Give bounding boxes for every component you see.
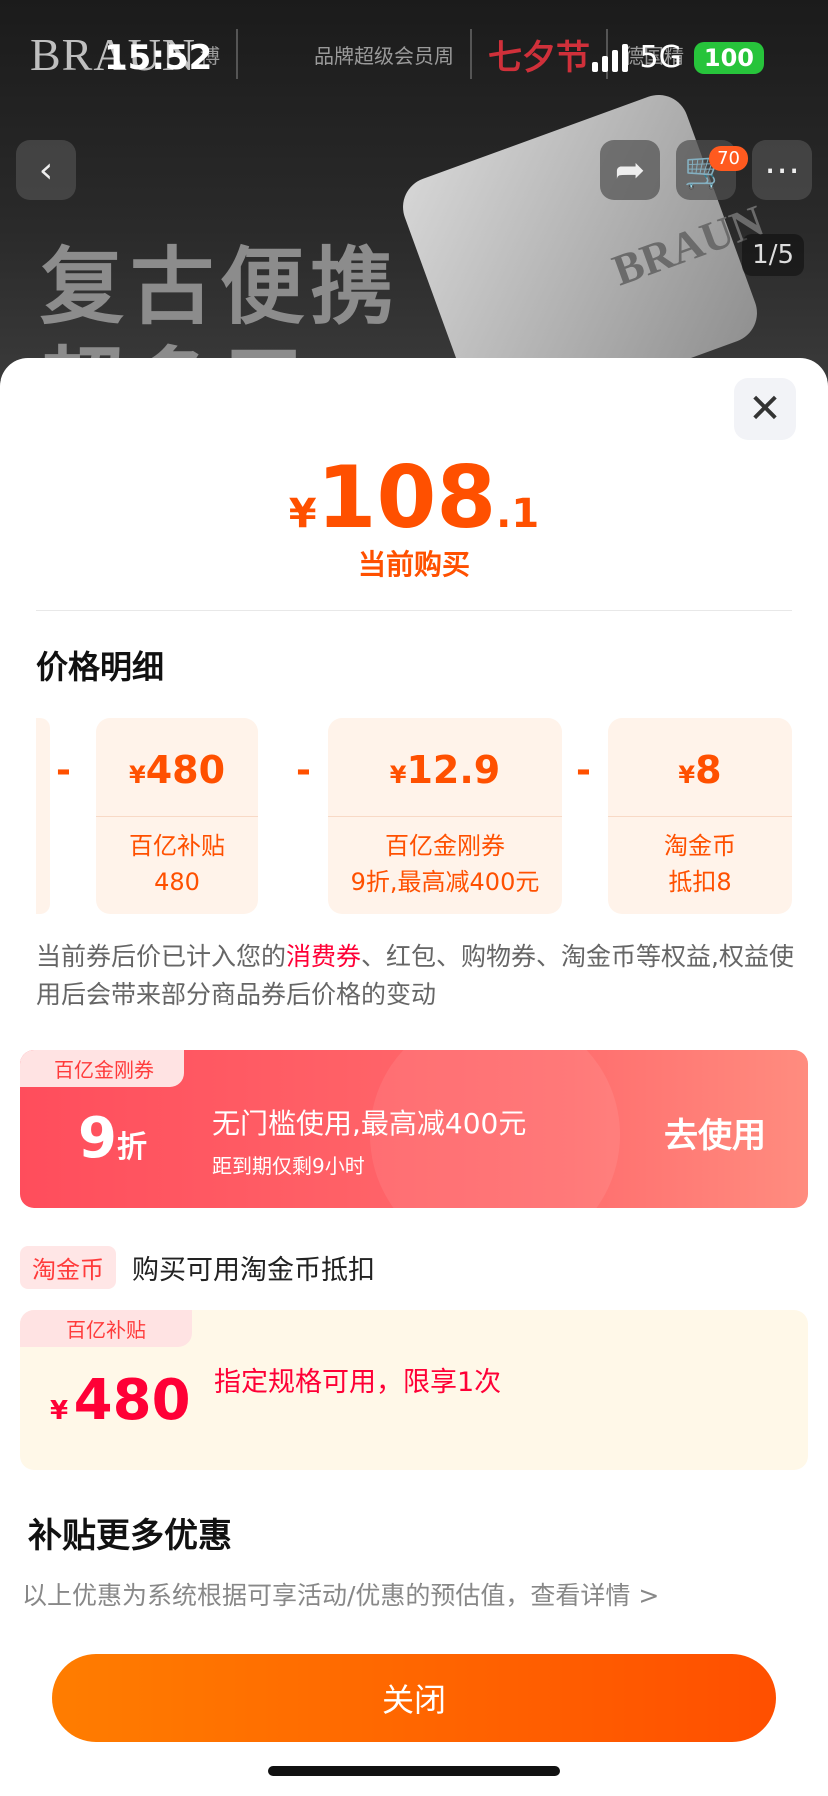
currency-symbol: ¥	[678, 761, 696, 789]
breakdown-amount: ¥8	[608, 748, 792, 792]
coin-text: 购买可用淘金币抵扣	[132, 1255, 375, 1286]
more-icon: ⋯	[764, 149, 800, 191]
network-label: 5G	[639, 40, 682, 75]
status-time: 15:52	[104, 38, 213, 78]
minus-sign: -	[576, 750, 591, 791]
back-button[interactable]: ‹	[16, 140, 76, 200]
price-note: 当前券后价已计入您的消费券、红包、购物券、淘金币等权益,权益使用后会带来部分商品…	[36, 938, 796, 1014]
price-integer: 108	[316, 448, 497, 548]
minus-sign: -	[296, 750, 311, 791]
consumption-coupon-link[interactable]: 消费券	[286, 942, 361, 971]
divider	[470, 29, 473, 79]
close-sheet-button[interactable]: ✕	[734, 378, 796, 440]
image-page-indicator: 1/5	[742, 234, 804, 276]
subsidy-amount: ¥ 480	[50, 1368, 191, 1433]
close-icon: ✕	[748, 386, 782, 432]
home-indicator	[268, 1766, 560, 1776]
view-details-link[interactable]: 以上优惠为系统根据可享活动/优惠的预估值，查看详情 >	[22, 1576, 659, 1612]
divider	[328, 816, 562, 817]
battery-icon: 100	[693, 41, 764, 74]
breakdown-card: ¥12.9 百亿金刚券 9折,最高减400元	[328, 718, 562, 914]
divider	[36, 610, 792, 611]
subsidy-description: 指定规格可用，限享1次	[214, 1367, 502, 1398]
breakdown-detail: 480	[154, 868, 200, 896]
subsidy-card[interactable]: 百亿补贴 ¥ 480 指定规格可用，限享1次	[20, 1310, 808, 1470]
price-caption: 当前购买	[357, 548, 470, 581]
discount-number: 9	[78, 1106, 117, 1171]
share-button[interactable]: ➦	[600, 140, 660, 200]
divider	[96, 816, 258, 817]
product-hero: BRAUN 博 品牌超级会员周 七夕节 德国精 15:52 5G 100 ‹ B…	[0, 0, 828, 380]
coupon-card[interactable]: 百亿金刚券 9折 无门槛使用,最高减400元 距到期仅剩9小时 去使用	[20, 1050, 808, 1208]
festival-label: 七夕节	[488, 37, 591, 78]
note-text: 当前券后价已计入您的	[36, 942, 287, 971]
section-title: 价格明细	[36, 648, 165, 686]
price-detail-sheet: ✕ ¥108.1 当前购买 价格明细 - ¥480 百亿补贴 480 - ¥12.…	[0, 358, 828, 1796]
subsidy-tag: 百亿补贴	[20, 1310, 192, 1347]
breakdown-title: 淘金币	[664, 832, 736, 860]
coin-row: 淘金币 购买可用淘金币抵扣	[20, 1246, 375, 1289]
breakdown-detail: 抵扣8	[668, 868, 732, 896]
breakdown-title: 百亿补贴	[129, 832, 225, 860]
coupon-expiry: 距到期仅剩9小时	[212, 1154, 365, 1178]
breakdown-label: 百亿补贴 480	[96, 828, 258, 900]
amount-value: 480	[73, 1368, 191, 1433]
amount-value: 12.9	[406, 748, 501, 792]
currency-symbol: ¥	[389, 761, 407, 789]
discount-unit: 折	[116, 1130, 147, 1165]
breakdown-label: 淘金币抵扣8	[608, 828, 792, 900]
minus-sign: -	[56, 750, 71, 791]
amount-value: 8	[695, 748, 722, 792]
signal-icon	[591, 43, 628, 72]
breakdown-card: ¥480 百亿补贴 480	[96, 718, 258, 914]
more-button[interactable]: ⋯	[752, 140, 812, 200]
breakdown-title: 百亿金刚券	[385, 832, 505, 860]
campaign-label: 品牌超级会员周	[314, 43, 455, 68]
use-coupon-button[interactable]: 去使用	[664, 1108, 766, 1157]
divider	[608, 816, 792, 817]
coupon-discount: 9折	[78, 1106, 147, 1171]
cart-count-badge: 70	[709, 146, 748, 171]
price-currency: ¥	[288, 491, 317, 537]
more-offers-title: 补贴更多优惠	[28, 1516, 232, 1556]
price-breakdown[interactable]: - ¥480 百亿补贴 480 - ¥12.9 百亿金刚券 9折,最高减400元 -…	[36, 718, 792, 914]
breakdown-card-partial	[36, 718, 50, 914]
status-indicators: 5G 100	[591, 40, 764, 75]
currency-symbol: ¥	[128, 761, 146, 789]
breakdown-amount: ¥480	[96, 748, 258, 792]
close-button[interactable]: 关闭	[52, 1654, 776, 1742]
coupon-tag: 百亿金刚券	[20, 1050, 184, 1087]
divider	[236, 29, 239, 79]
breakdown-card: ¥8 淘金币抵扣8	[608, 718, 792, 914]
current-price: ¥108.1	[0, 448, 828, 548]
breakdown-detail: 9折,最高减400元	[350, 868, 540, 896]
currency-symbol: ¥	[50, 1396, 69, 1426]
breakdown-amount: ¥12.9	[328, 748, 562, 792]
coupon-description: 无门槛使用,最高减400元	[212, 1107, 527, 1140]
price-decimal: .1	[496, 491, 540, 537]
coin-tag: 淘金币	[20, 1246, 116, 1289]
amount-value: 480	[145, 748, 226, 792]
chevron-left-icon: ‹	[38, 149, 54, 191]
breakdown-label: 百亿金刚券 9折,最高减400元	[328, 828, 562, 900]
share-icon: ➦	[614, 149, 646, 191]
